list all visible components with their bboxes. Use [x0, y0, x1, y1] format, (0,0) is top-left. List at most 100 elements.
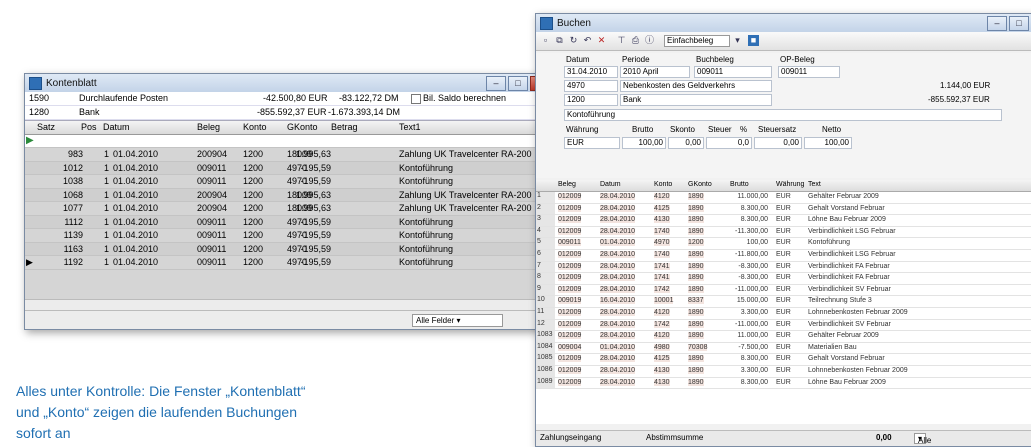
- column-header[interactable]: Brutto: [730, 181, 749, 188]
- column-header[interactable]: GKonto: [688, 181, 712, 188]
- table-row[interactable]: 1112 1 01.04.2010 009011 1200 4970 -195,59 Kont…: [25, 215, 549, 229]
- table-cell: 1890: [688, 366, 704, 374]
- copy-icon[interactable]: ⧉: [554, 35, 565, 46]
- table-row[interactable]: 9 012009 28.04.2010 1742 1890 -11.000,00 EUR Ve…: [536, 284, 1031, 297]
- delete-icon[interactable]: ✕: [596, 35, 607, 46]
- table-row[interactable]: 2 012009 28.04.2010 4125 1890 8.300,00 EUR Geha…: [536, 203, 1031, 216]
- skonto-value: 0,00: [685, 138, 701, 147]
- field-filter-select[interactable]: Alle Felder ▾: [914, 433, 941, 446]
- balance-dm: -1.673.393,14 DM: [328, 107, 401, 117]
- table-row[interactable]: 5 009011 01.04.2010 4970 1200 100,00 EUR Kontof…: [536, 238, 1031, 250]
- column-header[interactable]: GKonto: [287, 122, 318, 132]
- table-cell: Gehalt Vorstand Februar: [808, 355, 885, 363]
- journal-grid: Beleg Datum Konto GKonto Brutto Währung …: [536, 180, 1031, 424]
- balance-eur: -42.500,80 EUR: [263, 93, 328, 103]
- table-row[interactable]: 1086 012009 28.04.2010 4130 1890 3.300,00 EUR L…: [536, 365, 1031, 378]
- info-icon[interactable]: ⓘ: [644, 35, 655, 46]
- field-filter-select[interactable]: Alle Felder ▾: [412, 314, 503, 327]
- skonto-field[interactable]: 0,00: [668, 137, 704, 149]
- filter-icon[interactable]: ⊤: [616, 35, 627, 46]
- toolbar: ▫ ⧉ ↻ ↶ ✕ ⊤ ⎙ ⓘ Einfachbeleg ▾ ■: [536, 32, 1031, 51]
- steuer-field[interactable]: 0,0: [706, 137, 752, 149]
- table-row[interactable]: 1085 012009 28.04.2010 4125 1890 8.300,00 EUR G…: [536, 354, 1031, 366]
- table-cell: Kontoführung: [399, 230, 454, 240]
- konto-value: 4970: [567, 81, 585, 90]
- table-row[interactable]: 1163 1 01.04.2010 009011 1200 4970 -195,59 Kont…: [25, 242, 549, 256]
- table-row[interactable]: 12 012009 28.04.2010 1742 1890 -11.000,00 EUR V…: [536, 319, 1031, 332]
- column-header[interactable]: Datum: [103, 122, 130, 132]
- buchen-titlebar[interactable]: Buchen – □: [536, 14, 1031, 32]
- column-header[interactable]: Beleg: [197, 122, 220, 132]
- maximize-button[interactable]: □: [508, 76, 528, 91]
- status-sum: 0,00: [876, 433, 892, 442]
- column-header[interactable]: Konto: [243, 122, 267, 132]
- table-cell: 28.04.2010: [600, 366, 636, 374]
- row-number: 6: [536, 249, 555, 261]
- table-row[interactable]: 1089 012009 28.04.2010 4130 1890 8.300,00 EUR L…: [536, 377, 1031, 390]
- table-row[interactable]: 1083 012009 28.04.2010 4120 1890 11.000,00 EUR…: [536, 331, 1031, 343]
- periode-field[interactable]: 2010 April: [620, 66, 690, 78]
- table-cell: 15.000,00: [736, 297, 768, 305]
- table-row[interactable]: 1012 1 01.04.2010 009011 1200 4970 -195,59 Kont…: [25, 161, 549, 175]
- maximize-button[interactable]: □: [1009, 16, 1029, 31]
- minimize-button[interactable]: –: [486, 76, 506, 91]
- balance-checkbox[interactable]: [411, 94, 421, 104]
- table-cell: Kontoführung: [399, 243, 454, 254]
- opbeleg-field[interactable]: 009011: [778, 66, 840, 78]
- column-header[interactable]: Text: [808, 181, 821, 188]
- table-cell: 1192: [63, 257, 83, 267]
- table-row[interactable]: 1139 1 01.04.2010 009011 1200 4970 -195,59 Kont…: [25, 229, 549, 243]
- table-cell: 1200: [243, 162, 264, 173]
- column-header[interactable]: Pos: [81, 122, 97, 132]
- beleg-type-value: Einfachbeleg: [667, 36, 714, 45]
- table-row[interactable]: 8 012009 28.04.2010 1741 1890 -8.300,00 EUR Ver…: [536, 273, 1031, 285]
- column-header[interactable]: Konto: [654, 181, 672, 188]
- datum-field[interactable]: 31.04.2010: [564, 66, 618, 78]
- column-header[interactable]: Betrag: [331, 122, 358, 132]
- table-row[interactable]: 1084 009004 01.04.2010 4980 70308 -7.500,00 EU…: [536, 342, 1031, 355]
- kontenblatt-titlebar[interactable]: Kontenblatt – □ ✕: [25, 74, 561, 92]
- table-row[interactable]: ▶ 1192 1 01.04.2010 009011 1200 4970 -195,59 Kon…: [25, 256, 549, 270]
- table-row[interactable]: 10 009019 16.04.2010 10001 8337 15.000,00 EUR T…: [536, 296, 1031, 308]
- table-cell: 1: [103, 176, 109, 186]
- table-row[interactable]: 983 1 01.04.2010 200904 1200 18009 1.995,63 Zah…: [25, 148, 549, 162]
- new-icon[interactable]: ▫: [540, 35, 551, 46]
- table-row[interactable]: 1068 1 01.04.2010 200904 1200 18009 1.995,63 Za…: [25, 188, 549, 202]
- column-header[interactable]: Text1: [399, 122, 421, 132]
- konto-field[interactable]: 4970: [564, 80, 618, 92]
- print-icon[interactable]: ⎙: [630, 35, 641, 46]
- table-cell: 3.300,00: [740, 366, 768, 374]
- save-icon[interactable]: ■: [748, 35, 759, 46]
- account-number: 1590: [29, 93, 50, 103]
- buchbeleg-field[interactable]: 009011: [694, 66, 772, 78]
- table-row[interactable]: 6 012009 28.04.2010 1740 1890 -11.800,00 EUR Ve…: [536, 249, 1031, 262]
- table-cell: 01.04.2010: [113, 162, 159, 173]
- table-row[interactable]: 4 012009 28.04.2010 1740 1890 -11.300,00 EUR Ve…: [536, 226, 1031, 239]
- new-row[interactable]: ▶: [25, 135, 549, 148]
- balance-checkbox-label: Bil. Saldo berechnen: [423, 93, 507, 103]
- table-row[interactable]: 1077 1 01.04.2010 200904 1200 18009 1.995,63 Za…: [25, 202, 549, 216]
- table-row[interactable]: 3 012009 28.04.2010 4130 1890 8.300,00 EUR Löhn…: [536, 215, 1031, 227]
- brutto-field[interactable]: 100,00: [622, 137, 666, 149]
- table-row[interactable]: 1038 1 01.04.2010 009011 1200 4970 -195,59 Kont…: [25, 175, 549, 189]
- column-header[interactable]: Währung: [776, 181, 804, 188]
- table-row[interactable]: 1 012009 28.04.2010 4120 1890 11.000,00 EUR Geh…: [536, 192, 1031, 204]
- column-header[interactable]: Datum: [600, 181, 621, 188]
- gkonto-field[interactable]: 1200: [564, 94, 618, 106]
- netto-field[interactable]: 100,00: [804, 137, 852, 149]
- undo-icon[interactable]: ↶: [582, 35, 593, 46]
- text-field[interactable]: Kontoführung: [564, 109, 1002, 121]
- horizontal-scrollbar[interactable]: [25, 299, 549, 310]
- waehrung-field[interactable]: EUR: [564, 137, 620, 149]
- refresh-icon[interactable]: ↻: [568, 35, 579, 46]
- beleg-type-select[interactable]: Einfachbeleg: [664, 35, 730, 47]
- column-header[interactable]: Satz: [37, 122, 55, 132]
- steuersatz-field[interactable]: 0,00: [754, 137, 802, 149]
- table-row[interactable]: 7 012009 28.04.2010 1741 1890 -8.300,00 EUR Ver…: [536, 261, 1031, 274]
- minimize-button[interactable]: –: [987, 16, 1007, 31]
- column-header[interactable]: Beleg: [558, 181, 576, 188]
- dropdown-arrow-icon[interactable]: ▾: [732, 35, 743, 46]
- table-cell: 1890: [688, 193, 704, 200]
- periode-value: 2010 April: [623, 67, 659, 76]
- table-row[interactable]: 11 012009 28.04.2010 4120 1890 3.300,00 EUR Loh…: [536, 307, 1031, 320]
